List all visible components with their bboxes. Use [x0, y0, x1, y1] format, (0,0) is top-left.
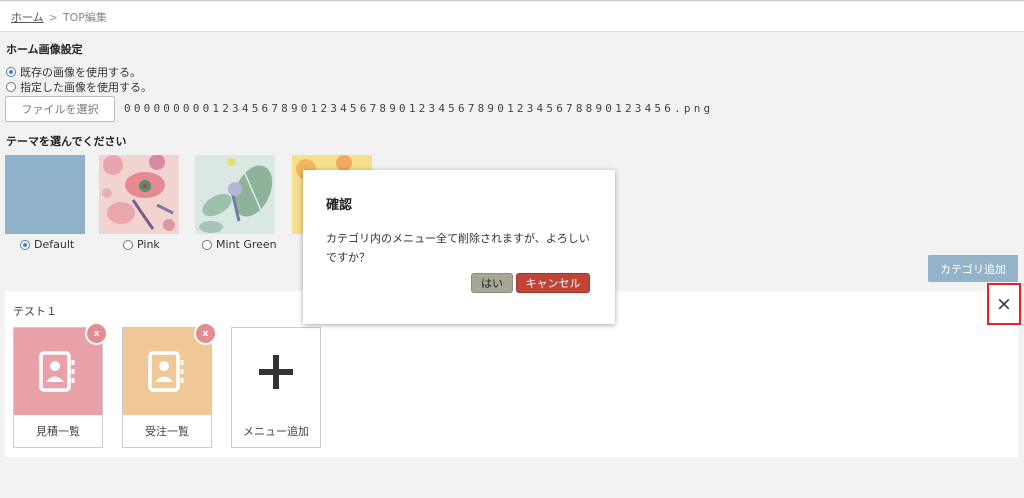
radio-button[interactable] — [6, 82, 16, 92]
home-image-option-label: 指定した画像を使用する。 — [20, 81, 152, 94]
top-divider — [0, 0, 1024, 1]
radio-button[interactable] — [202, 239, 212, 250]
theme-option-mint-green[interactable]: Mint Green — [202, 238, 277, 251]
radio-button[interactable] — [123, 239, 133, 250]
pink-floral-pattern — [99, 155, 179, 234]
category-name: テスト１ — [13, 305, 57, 318]
theme-option-label: Pink — [137, 238, 160, 251]
home-image-option-label: 既存の画像を使用する。 — [20, 66, 141, 79]
menu-card-estimate-list[interactable]: 見積一覧 — [13, 327, 103, 448]
confirm-cancel-button[interactable]: キャンセル — [516, 273, 590, 293]
choose-file-button[interactable]: ファイルを選択 — [5, 96, 115, 122]
theme-option-label: Mint Green — [216, 238, 277, 251]
theme-option-label: Default — [34, 238, 75, 251]
menu-card-order-list[interactable]: 受注一覧 — [122, 327, 212, 448]
add-category-button[interactable]: カテゴリ追加 — [928, 255, 1018, 282]
home-image-title: ホーム画像設定 — [6, 43, 83, 56]
radio-button[interactable] — [6, 67, 16, 77]
theme-swatch-pink[interactable] — [99, 155, 179, 234]
breadcrumb-home-link[interactable]: ホーム — [11, 11, 44, 24]
delete-category-button[interactable]: × — [987, 283, 1021, 325]
menu-tile — [232, 328, 320, 415]
add-menu-label: メニュー追加 — [243, 425, 309, 438]
breadcrumb-separator: > — [48, 11, 58, 24]
contact-book-icon — [148, 350, 184, 392]
home-image-option-custom[interactable]: 指定した画像を使用する。 — [6, 79, 152, 95]
dialog-message: カテゴリ内のメニュー全て削除されますが、よろしいですか？ — [326, 232, 590, 264]
menu-card-label: 受注一覧 — [145, 425, 189, 438]
confirm-yes-button[interactable]: はい — [471, 273, 513, 293]
remove-icon: x — [93, 328, 100, 339]
mint-leaf-pattern — [195, 155, 275, 234]
breadcrumb: ホーム > TOP編集 — [11, 9, 107, 25]
radio-button[interactable] — [20, 239, 30, 250]
add-menu-card[interactable]: メニュー追加 — [231, 327, 321, 448]
theme-option-pink[interactable]: Pink — [123, 238, 160, 251]
theme-swatch-default[interactable] — [5, 155, 85, 234]
plus-icon — [259, 354, 293, 389]
theme-swatch-mint-green[interactable] — [195, 155, 275, 234]
theme-option-default[interactable]: Default — [20, 238, 74, 251]
close-icon: × — [996, 293, 1012, 315]
breadcrumb-bar: ホーム > TOP編集 — [0, 2, 1024, 32]
contact-book-icon — [39, 350, 75, 392]
confirm-dialog: 確認 カテゴリ内のメニュー全て削除されますが、よろしいですか？ はい キャンセル — [303, 170, 615, 324]
remove-menu-button[interactable]: x — [194, 322, 217, 345]
menu-card-label: 見積一覧 — [36, 425, 80, 438]
home-image-option-existing[interactable]: 既存の画像を使用する。 — [6, 64, 141, 80]
selected-file-name: 0000000001234567890123456789012345678901… — [124, 102, 714, 115]
remove-icon: x — [202, 328, 209, 339]
breadcrumb-current: TOP編集 — [62, 11, 107, 24]
remove-menu-button[interactable]: x — [85, 322, 108, 345]
theme-title: テーマを選んでください — [6, 135, 127, 148]
dialog-title: 確認 — [326, 198, 353, 213]
